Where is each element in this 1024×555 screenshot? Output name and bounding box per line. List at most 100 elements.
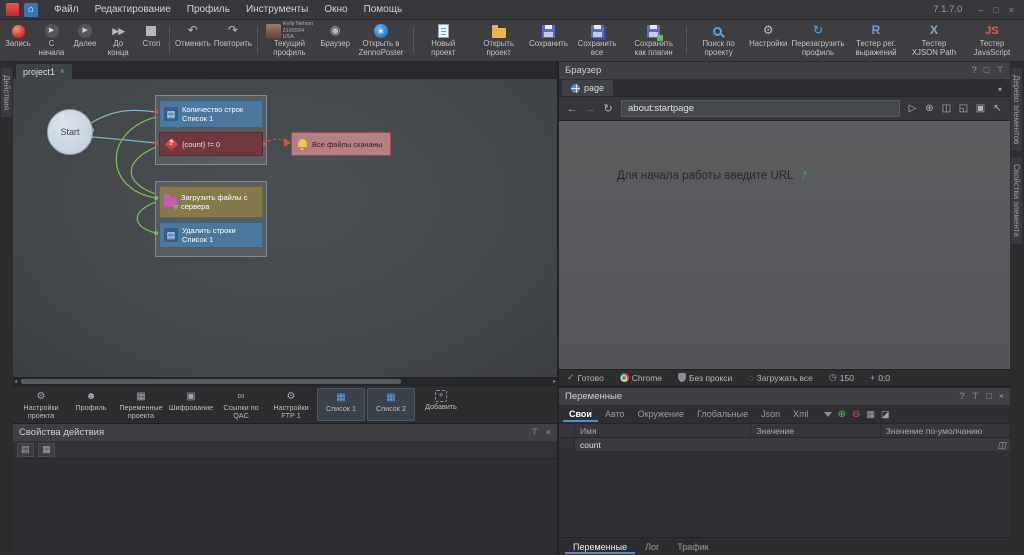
toolbar-save-as-plugin[interactable]: Сохранить как плагин [625,21,683,59]
row-selector[interactable] [559,438,575,451]
node-count-rows[interactable]: ▤ Количество строк Список 1 [159,100,263,128]
status-proxy[interactable]: Без прокси [678,373,732,383]
help-icon[interactable]: ? [959,391,964,402]
browser-tab-page[interactable]: page [562,80,613,96]
remove-variable-icon[interactable]: ⊖ [852,409,860,420]
toolbar-redo[interactable]: ↷ Повторить [212,21,253,59]
node-alert-files-downloaded[interactable]: Все файлы скачаны [291,132,391,156]
footer-add[interactable]: + Добавить [417,388,465,421]
back-icon[interactable]: ← [564,103,580,115]
dock-tab-element-properties[interactable]: Свойства элемента [1011,157,1022,244]
vars-tab-environment[interactable]: Окружение [632,406,690,422]
node-delete-rows[interactable]: ▤ Удалить строки Список 1 [159,222,263,248]
tab-list-dropdown-icon[interactable]: ▾ [993,85,1007,96]
vars-tab-auto[interactable]: Авто [599,406,631,422]
cursor-icon[interactable]: ↖ [990,103,1005,114]
copy-icon[interactable]: ◫ [997,440,1006,451]
scroll-left-icon[interactable]: ◂ [14,378,17,385]
pin-icon[interactable]: ⊤ [996,65,1004,76]
vars-tab-global[interactable]: Глобальные [691,406,754,422]
column-default[interactable]: Значение по-умолчанию [881,424,1010,437]
node-download-files[interactable]: Загрузить файлы с сервера [159,186,263,218]
toolbar-record[interactable]: Запись [3,21,33,59]
column-value[interactable]: Значение [751,424,880,437]
toolbar-new-project[interactable]: Новый проект [417,21,470,59]
bottom-tab-traffic[interactable]: Трафик [669,540,716,554]
close-icon[interactable]: × [999,391,1004,402]
alphabetical-view-icon[interactable]: ▦ [38,443,55,457]
canvas-horizontal-scrollbar[interactable]: ◂ ▸ [13,377,557,385]
maximize-button[interactable]: □ [989,5,1002,15]
toolbar-stop[interactable]: Стоп [136,21,166,59]
toolbar-open-project[interactable]: Открыть проект [470,21,528,59]
maximize-icon[interactable]: □ [986,391,991,402]
variables-body[interactable] [559,452,1010,537]
toolbar-current-profile[interactable]: Kelly Nelson 3165594 USA Текущий профиль [260,21,318,59]
pin-icon[interactable]: ⊤ [971,391,979,402]
categorized-view-icon[interactable]: ▤ [17,443,34,457]
toolbar-save[interactable]: Сохранить [528,21,570,59]
column-name[interactable]: Имя [575,424,751,437]
window-icon[interactable]: ▣ [973,103,988,114]
flow-canvas[interactable]: Start ▤ Количество строк Список 1 ? {cou… [13,79,557,377]
screenshot-icon[interactable]: ◱ [956,103,971,114]
dock-tab-actions[interactable]: Действия [1,68,12,117]
home-icon[interactable]: ⌂ [24,3,38,17]
tab-project1[interactable]: project1 × [16,64,72,79]
clear-icon[interactable]: ◪ [881,409,890,420]
scroll-right-icon[interactable]: ▸ [553,378,556,385]
bottom-tab-log[interactable]: Лог [637,540,667,554]
refresh-icon[interactable]: ↻ [600,102,616,115]
close-button[interactable]: × [1005,5,1018,15]
footer-encryption[interactable]: ▣ Шифрование [167,388,215,421]
add-variable-icon[interactable]: ⊕ [838,409,846,420]
maximize-icon[interactable]: □ [984,65,989,76]
add-icon[interactable]: ⊕ [922,103,937,114]
dock-tab-element-tree[interactable]: Дерево элементов [1011,68,1022,151]
toolbar-project-search[interactable]: Поиск по проекту [690,21,748,59]
toolbar-step[interactable]: ▶ Далее [70,21,100,59]
toolbar-run-to-end[interactable]: ▶▶ До конца [100,21,136,59]
footer-list2[interactable]: ▦ Список 2 [367,388,415,421]
toolbar-xjson-tester[interactable]: X Тестер XJSON Path [905,21,963,59]
status-engine[interactable]: Chrome [620,373,662,383]
filter-icon[interactable] [824,412,832,417]
menu-tools[interactable]: Инструменты [239,2,315,17]
tab-close-icon[interactable]: × [60,67,65,76]
footer-profile[interactable]: ☻ Профиль [67,388,115,421]
toolbar-js-tester[interactable]: JS Тестер JavaScript [963,21,1021,59]
toolbar-open-in-zennoposter[interactable]: ∗ Открыть в ZennoPoster [352,21,410,59]
menu-profile[interactable]: Профиль [180,2,237,17]
status-timeout[interactable]: ◷ 150 [829,372,854,383]
scrollbar-thumb[interactable] [21,379,401,384]
vars-tab-xml[interactable]: Xml [787,406,815,422]
toolbar-reload-profile[interactable]: ↻ Перезагрузить профиль [789,21,847,59]
footer-list1[interactable]: ▦ Список 1 [317,388,365,421]
url-input[interactable] [621,100,900,117]
footer-project-variables[interactable]: ▦ Переменные проекта [117,388,165,421]
footer-project-settings[interactable]: ⚙ Настройки проекта [17,388,65,421]
footer-ftp-settings[interactable]: ⚙ Настройки FTP 1 [267,388,315,421]
vars-tab-own[interactable]: Свои [563,406,598,422]
menu-file[interactable]: Файл [47,2,86,17]
vars-tab-json[interactable]: Json [755,406,786,422]
variable-row-count[interactable]: count ◫ [559,438,1010,452]
bottom-tab-variables[interactable]: Переменные [565,540,635,554]
run-icon[interactable]: ▷ [905,103,920,114]
node-start[interactable]: Start [47,109,93,155]
toolbar-run-from-start[interactable]: ▶ С начала [33,21,70,59]
toolbar-browser[interactable]: ◉ Браузер [318,21,352,59]
menu-help[interactable]: Помощь [357,2,410,17]
toolbar-settings[interactable]: ⚙ Настройки [748,21,789,59]
copy-icon[interactable]: ◫ [939,103,954,114]
toolbar-save-all[interactable]: Сохранить все [569,21,624,59]
pin-icon[interactable]: ⊤ [531,427,539,438]
toolbar-regex-tester[interactable]: R Тестер рег. выражений [847,21,905,59]
close-icon[interactable]: × [546,427,551,438]
edit-grid-icon[interactable]: ▦ [866,409,875,420]
toolbar-undo[interactable]: ↶ Отменить [173,21,212,59]
forward-icon[interactable]: → [582,103,598,115]
minimize-button[interactable]: – [974,5,987,15]
footer-qac-links[interactable]: ∞ Ссылки по QAC [217,388,265,421]
help-icon[interactable]: ? [972,65,977,76]
